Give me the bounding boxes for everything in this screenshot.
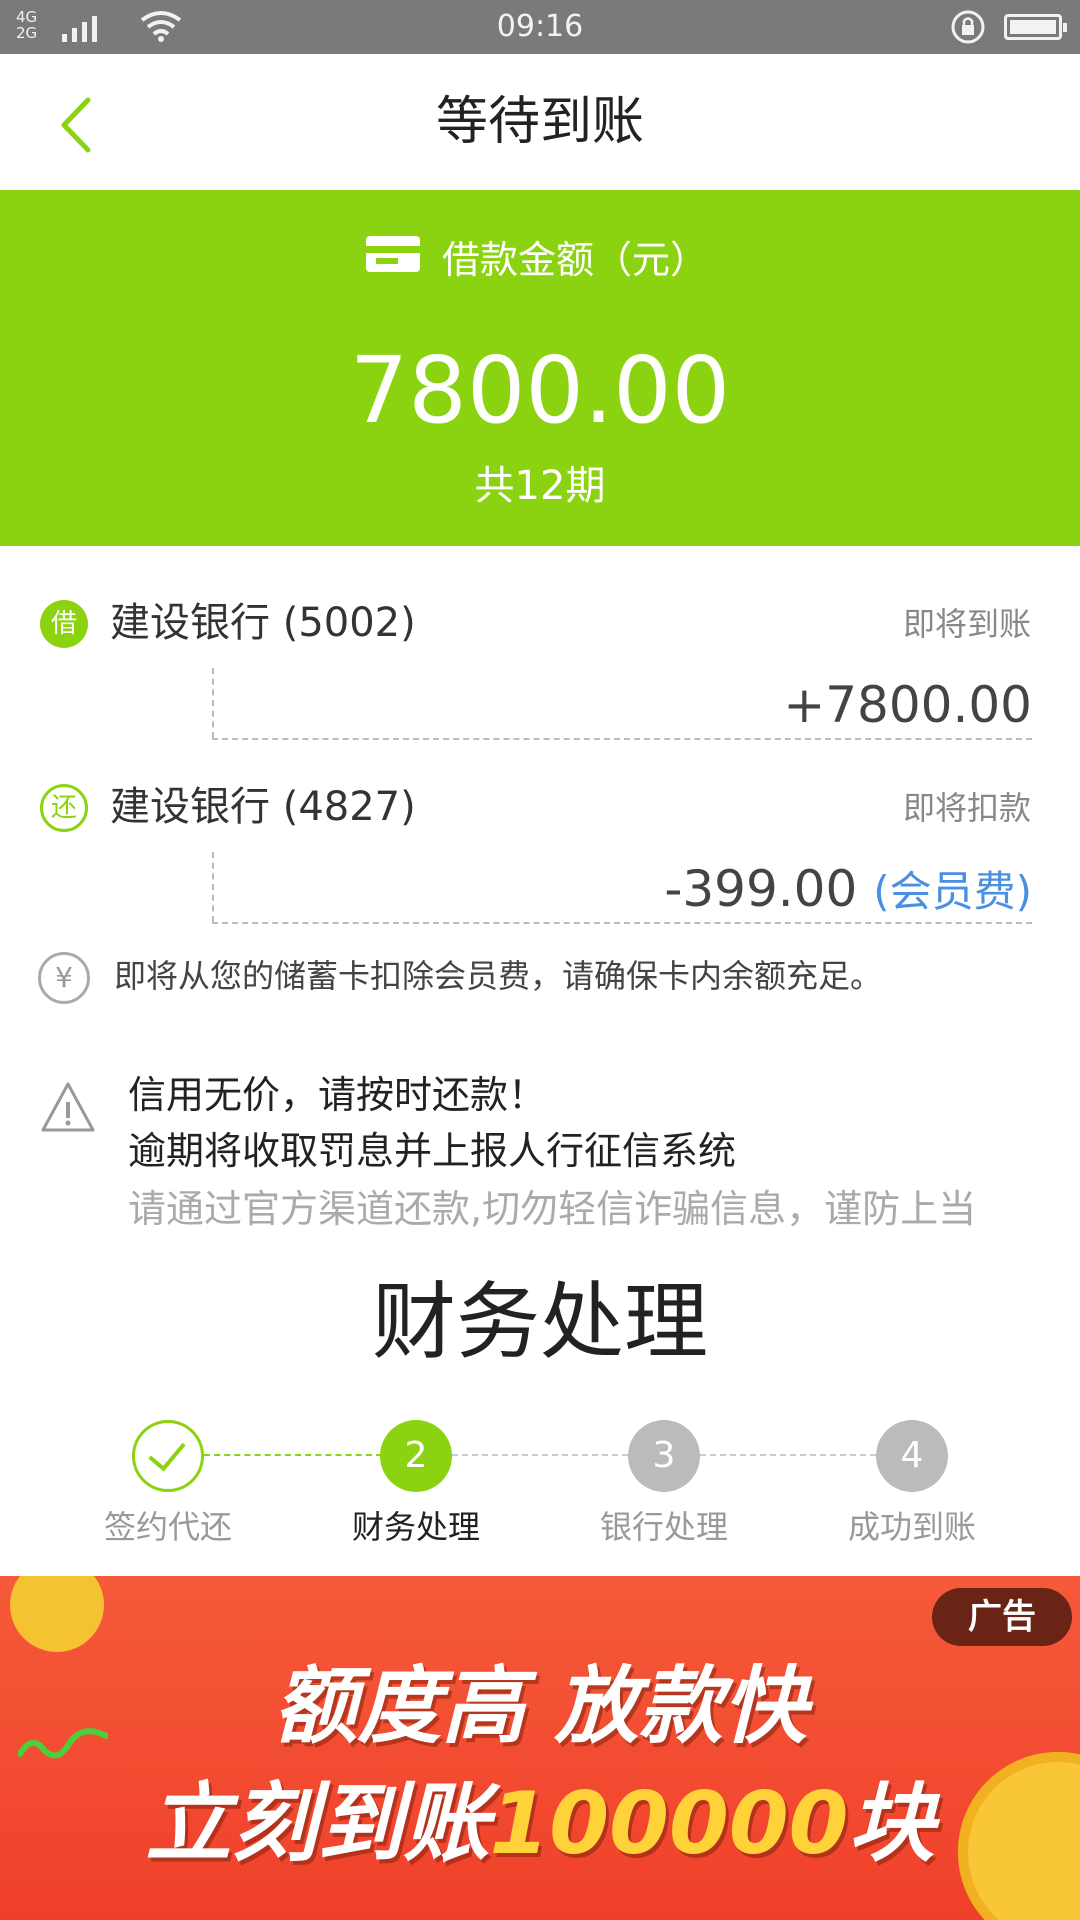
coin-decoration	[10, 1576, 104, 1652]
warning-icon	[41, 1082, 95, 1132]
disburse-status: 即将到账	[902, 605, 1031, 643]
warning-line-2: 逾期将收取罚息并上报人行征信系统	[128, 1129, 737, 1173]
step-2: 2 财务处理	[346, 1420, 486, 1548]
ad-badge: 广告	[932, 1588, 1072, 1646]
repay-amount-line: -399.00 (会员费)	[664, 858, 1032, 923]
step-label: 成功到账	[847, 1508, 976, 1546]
divider	[212, 922, 1032, 924]
borrow-badge-icon: 借	[40, 600, 88, 648]
disburse-amount: +7800.00	[783, 676, 1032, 734]
check-icon	[132, 1420, 204, 1492]
step-label: 签约代还	[103, 1508, 232, 1546]
repay-badge-icon: 还	[40, 784, 88, 832]
screen: 4G2G 09:16 等待到账 借款金额（元） 7800.00 共12期 借	[0, 0, 1080, 1920]
loan-amount: 7800.00	[349, 337, 731, 444]
rotation-lock-icon	[951, 10, 985, 44]
page-title: 等待到账	[435, 92, 644, 152]
divider	[212, 668, 214, 738]
clock: 09:16	[496, 9, 584, 44]
ad-headline-2-prefix: 立刻到账	[145, 1774, 490, 1874]
fee-notice-text: 即将从您的储蓄卡扣除会员费，请确保卡内余额充足。	[114, 957, 883, 995]
disburse-bank-name: 建设银行 (5002)	[110, 600, 416, 646]
step-number: 3	[628, 1420, 700, 1492]
repay-account-row: 还 建设银行 (4827) 即将扣款	[40, 776, 1040, 836]
current-stage-title: 财务处理	[371, 1273, 708, 1371]
ad-banner[interactable]: 广告 额度高 放款快 立刻到账100000块	[0, 1576, 1080, 1920]
loan-amount-caption: 借款金额（元）	[442, 238, 709, 282]
warning-line-3: 请通过官方渠道还款,切勿轻信诈骗信息，谨防上当	[128, 1187, 977, 1231]
title-bar: 等待到账	[0, 54, 1080, 190]
membership-fee-link[interactable]: (会员费)	[873, 867, 1032, 916]
battery-icon	[1004, 14, 1067, 40]
ad-headline-2: 立刻到账100000块	[0, 1772, 1080, 1876]
ad-headline-2-suffix: 块	[848, 1774, 935, 1874]
step-label: 财务处理	[351, 1508, 480, 1546]
step-number: 4	[876, 1420, 948, 1492]
status-bar: 4G 2G 09:16	[0, 0, 1080, 54]
loan-summary: 借款金额（元） 7800.00 共12期	[0, 190, 1080, 546]
repay-bank-name: 建设银行 (4827)	[110, 784, 416, 830]
yen-icon: ¥	[38, 952, 90, 1004]
step-4: 4 成功到账	[842, 1420, 982, 1548]
loan-periods: 共12期	[474, 463, 606, 509]
step-label: 银行处理	[599, 1508, 728, 1546]
step-1: 签约代还	[98, 1420, 238, 1548]
ad-headline-2-amount: 100000	[489, 1774, 849, 1874]
step-3: 3 银行处理	[594, 1420, 734, 1548]
ad-headline-1: 额度高 放款快	[273, 1657, 807, 1755]
fee-notice: ¥ 即将从您的储蓄卡扣除会员费，请确保卡内余额充足。	[38, 950, 1058, 1010]
warning-line-1: 信用无价，请按时还款！	[128, 1073, 547, 1117]
step-number: 2	[380, 1420, 452, 1492]
card-icon	[366, 236, 420, 272]
disburse-account-row: 借 建设银行 (5002) 即将到账	[40, 592, 1040, 652]
divider	[212, 738, 1032, 740]
credit-warning: 信用无价，请按时还款！ 逾期将收取罚息并上报人行征信系统 请通过官方渠道还款,切…	[40, 1070, 1040, 1240]
progress-steps: 签约代还 2 财务处理 3 银行处理 4 成功到账	[0, 1420, 1080, 1560]
divider	[212, 852, 214, 922]
repay-amount: -399.00	[664, 860, 858, 918]
repay-status: 即将扣款	[902, 789, 1031, 827]
